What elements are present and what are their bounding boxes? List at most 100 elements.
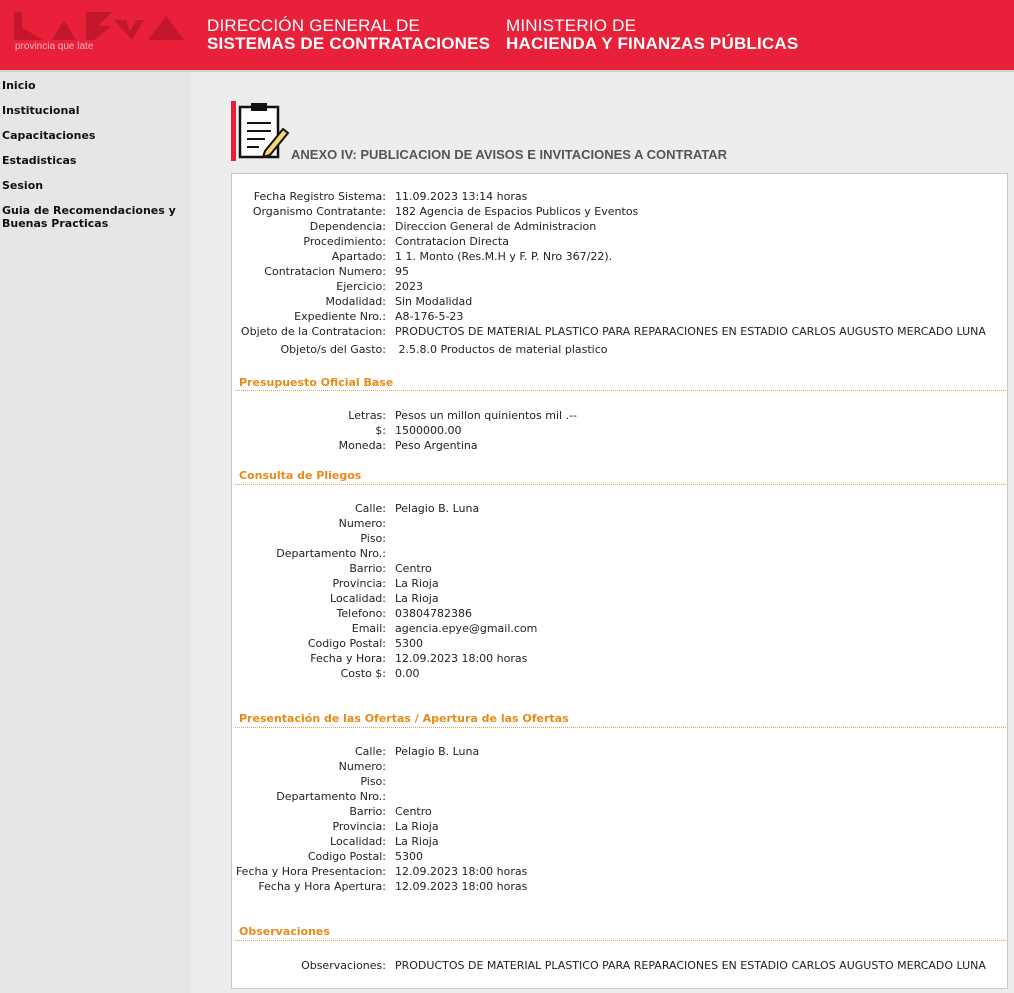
- page-title: ANEXO IV: PUBLICACION DE AVISOS E INVITA…: [291, 147, 728, 162]
- detail-row: Apartado: 1 1. Monto (Res.M.H y F. P. Nro…: [232, 249, 1012, 264]
- field-label: Numero:: [338, 760, 386, 773]
- detail-row: Fecha Registro Sistema: 11.09.2023 13:14 …: [232, 189, 1012, 204]
- field-value: 2023: [395, 280, 423, 293]
- detail-row: Moneda: Peso Argentina: [232, 438, 1012, 453]
- field-value: 12.09.2023 18:00 horas: [395, 865, 528, 878]
- field-label: Calle:: [354, 502, 386, 515]
- field-label: $:: [375, 424, 386, 437]
- field-value: 2.5.8.0 Productos de material plastico: [395, 343, 608, 356]
- detail-row: Calle: Pelagio B. Luna: [232, 744, 1012, 759]
- detail-row: Expediente Nro.: A8-176-5-23: [232, 309, 1012, 324]
- detail-row: Provincia: La Rioja: [232, 576, 1012, 591]
- clipboard-pencil-icon: [231, 101, 290, 161]
- section-heading-pliegos: Consulta de Pliegos: [239, 469, 362, 482]
- field-label: Provincia:: [332, 577, 386, 590]
- field-label: Provincia:: [332, 820, 386, 833]
- detail-row: Piso:: [232, 531, 1012, 546]
- field-label: Localidad:: [330, 592, 386, 605]
- nav-item-guia-line1: Guia de Recomendaciones y: [2, 204, 176, 217]
- nav-item-inicio[interactable]: Inicio: [2, 79, 36, 92]
- nav-item-guia-line2: Buenas Practicas: [2, 217, 109, 230]
- detail-row: Letras: Pesos un millon quinientos mil .-…: [232, 408, 1012, 423]
- section-divider: [235, 727, 1006, 728]
- field-value: Pesos un millon quinientos mil .--: [395, 409, 578, 422]
- field-label: Modalidad:: [325, 295, 386, 308]
- detail-row: Calle: Pelagio B. Luna: [232, 501, 1012, 516]
- detail-row: Localidad: La Rioja: [232, 591, 1012, 606]
- field-value: Direccion General de Administracion: [395, 220, 597, 233]
- detail-row: Departamento Nro.:: [232, 546, 1012, 561]
- detail-row: Localidad: La Rioja: [232, 834, 1012, 849]
- field-label: Barrio:: [349, 562, 386, 575]
- nav-item-capacitaciones[interactable]: Capacitaciones: [2, 129, 95, 142]
- field-label: Fecha y Hora Apertura:: [258, 880, 386, 893]
- detail-row: Numero:: [232, 516, 1012, 531]
- detail-row: Email: agencia.epye@gmail.com: [232, 621, 1012, 636]
- nav-item-sesion[interactable]: Sesion: [2, 179, 43, 192]
- section-divider: [235, 390, 1006, 391]
- detail-row: Fecha y Hora Apertura: 12.09.2023 18:00 h…: [232, 879, 1012, 894]
- field-value: 0.00: [395, 667, 420, 680]
- nav-item-estadisticas[interactable]: Estadisticas: [2, 154, 76, 167]
- detail-row: Ejercicio: 2023: [232, 279, 1012, 294]
- section-divider: [235, 484, 1006, 485]
- field-label: Observaciones:: [301, 959, 386, 972]
- field-value: Centro: [395, 805, 432, 818]
- field-label: Ejercicio:: [336, 280, 386, 293]
- field-label: Codigo Postal:: [307, 850, 386, 863]
- field-label: Piso:: [360, 775, 386, 788]
- detail-row: Objeto de la Contratacion: PRODUCTOS DE M…: [232, 324, 1012, 339]
- detail-row: Barrio: Centro: [232, 561, 1012, 576]
- field-label: Departamento Nro.:: [276, 790, 386, 803]
- field-label: Objeto de la Contratacion:: [240, 325, 386, 338]
- field-label: Organismo Contratante:: [252, 205, 386, 218]
- detail-row: Piso:: [232, 774, 1012, 789]
- field-value: La Rioja: [395, 820, 439, 833]
- email-link[interactable]: agencia.epye@gmail.com: [395, 621, 537, 636]
- field-value: 5300: [395, 850, 423, 863]
- field-label: Procedimiento:: [303, 235, 386, 248]
- field-label: Fecha y Hora:: [310, 652, 386, 665]
- detail-row: $: 1500000.00: [232, 423, 1012, 438]
- field-label: Apartado:: [331, 250, 386, 263]
- field-value: La Rioja: [395, 592, 439, 605]
- ministry-title: MINISTERIO DE HACIENDA Y FINANZAS PÚBLIC…: [506, 16, 799, 53]
- detail-row: Telefono: 03804782386: [232, 606, 1012, 621]
- field-value: 1500000.00: [395, 424, 462, 437]
- field-value: PRODUCTOS DE MATERIAL PLASTICO PARA REPA…: [395, 325, 986, 338]
- detail-row: Codigo Postal: 5300: [232, 636, 1012, 651]
- section-heading-ofertas: Presentación de las Ofertas / Apertura d…: [239, 712, 569, 725]
- logo-tagline: provincia que late: [15, 41, 94, 52]
- field-label: Localidad:: [330, 835, 386, 848]
- site-header: provincia que late DIRECCIÓN GENERAL DE …: [0, 0, 1014, 70]
- nav-item-guia[interactable]: Guia de Recomendaciones y Buenas Practic…: [2, 204, 176, 230]
- field-label: Dependencia:: [309, 220, 386, 233]
- detail-row: Departamento Nro.:: [232, 789, 1012, 804]
- field-value: Pelagio B. Luna: [395, 502, 480, 515]
- nav-item-institucional[interactable]: Institucional: [2, 104, 79, 117]
- detail-row: Codigo Postal: 5300: [232, 849, 1012, 864]
- field-value: A8-176-5-23: [395, 310, 464, 323]
- section-heading-presupuesto: Presupuesto Oficial Base: [239, 376, 394, 389]
- field-label: Contratacion Numero:: [264, 265, 386, 278]
- field-label: Letras:: [348, 409, 386, 422]
- field-label: Expediente Nro.:: [294, 310, 386, 323]
- detail-row: Barrio: Centro: [232, 804, 1012, 819]
- field-value: 12.09.2023 18:00 horas: [395, 652, 528, 665]
- field-label: Email:: [351, 622, 386, 635]
- field-value: 5300: [395, 637, 423, 650]
- field-value: 11.09.2023 13:14 horas: [395, 190, 528, 203]
- section-heading-observaciones: Observaciones: [239, 925, 330, 938]
- field-value: 1 1. Monto (Res.M.H y F. P. Nro 367/22).: [395, 250, 613, 263]
- field-label: Objeto/s del Gasto:: [280, 343, 387, 356]
- detail-row: Procedimiento: Contratacion Directa: [232, 234, 1012, 249]
- department-title: DIRECCIÓN GENERAL DE SISTEMAS DE CONTRAT…: [207, 16, 491, 53]
- field-value: Contratacion Directa: [395, 235, 509, 248]
- field-value: Peso Argentina: [395, 439, 478, 452]
- field-label: Codigo Postal:: [307, 637, 386, 650]
- field-label: Piso:: [360, 532, 386, 545]
- field-value: Pelagio B. Luna: [395, 745, 480, 758]
- field-label: Telefono:: [336, 607, 386, 620]
- field-value: La Rioja: [395, 835, 439, 848]
- detail-row: Contratacion Numero: 95: [232, 264, 1012, 279]
